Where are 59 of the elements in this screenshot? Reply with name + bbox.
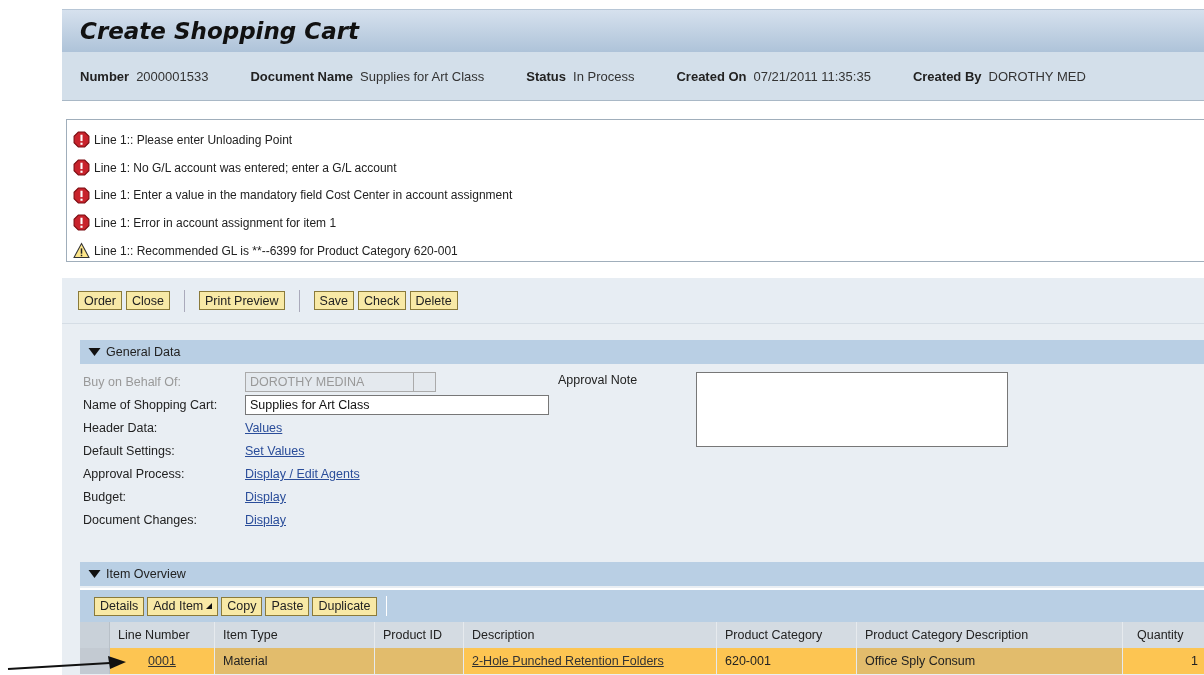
field-label: Number: [80, 68, 130, 84]
toolbar-button[interactable]: Details: [94, 596, 145, 616]
row-selector[interactable]: [80, 648, 110, 674]
toolbar-button[interactable]: Add Item: [147, 596, 219, 616]
field-label: Budget:: [83, 489, 128, 506]
field-value: DOROTHY MED: [988, 68, 1086, 84]
link[interactable]: 0001: [148, 654, 176, 668]
input-field[interactable]: Supplies for Art Class: [245, 395, 549, 415]
toolbar-button[interactable]: Paste: [265, 596, 310, 616]
error-icon: [73, 131, 90, 149]
error-icon: [73, 214, 90, 232]
toolbar-button[interactable]: Check: [358, 291, 406, 310]
link[interactable]: Display: [245, 513, 286, 527]
table-cell: Material: [215, 648, 375, 674]
collapse-icon: [88, 348, 101, 356]
section-header[interactable]: General Data: [80, 340, 1204, 364]
toolbar-button[interactable]: Delete: [409, 291, 458, 310]
table-cell: Office Sply Consum: [857, 648, 1123, 674]
message-text: Line 1: No G/L account was entered; enter a G/L account: [94, 160, 397, 175]
message-text: Line 1: Enter a value in the mandatory field Cost Center in account assignment: [94, 188, 513, 203]
note-field[interactable]: [696, 372, 1008, 447]
field-label: Header Data:: [83, 420, 159, 437]
link[interactable]: 2-Hole Punched Retention Folders: [472, 654, 664, 668]
page-title: Create Shopping Cart: [80, 18, 360, 44]
link[interactable]: Display / Edit Agents: [245, 467, 360, 481]
link[interactable]: Display: [245, 490, 286, 504]
toolbar-button[interactable]: Copy: [221, 596, 263, 616]
field-label: Document Name: [250, 68, 353, 84]
field-value: 2000001533: [136, 68, 209, 84]
field-label: Created On: [676, 68, 747, 84]
table-cell: 1: [1123, 648, 1204, 674]
toolbar-button[interactable]: Order: [78, 291, 122, 310]
collapse-icon: [88, 570, 101, 578]
field-label: Approval Process:: [83, 466, 186, 483]
toolbar-button[interactable]: Duplicate: [312, 596, 377, 616]
error-icon: [73, 186, 90, 204]
field-label: Name of Shopping Cart:: [83, 397, 219, 414]
toolbar-button[interactable]: Save: [313, 291, 355, 310]
field-value: Supplies for Art Class: [360, 68, 485, 84]
field-label: Created By: [912, 68, 982, 84]
message-text: Line 1:: Please enter Unloading Point: [94, 132, 293, 147]
toolbar-button[interactable]: Print Preview: [198, 291, 285, 310]
link[interactable]: Values: [245, 421, 283, 435]
error-icon: [73, 159, 90, 177]
warning-icon: [73, 242, 90, 260]
caret-icon: [206, 603, 213, 609]
message-text: Line 1: Error in account assignment for item 1: [94, 215, 337, 230]
field-value: In Process: [573, 68, 635, 84]
message-text: Line 1:: Recommended GL is **--6399 for Product Category 620-001: [94, 243, 458, 258]
section-header[interactable]: Item Overview: [80, 562, 1204, 586]
field-label: Approval Note: [558, 372, 639, 389]
link[interactable]: Set Values: [245, 444, 305, 458]
field-label: Document Changes:: [83, 512, 198, 529]
toolbar-button[interactable]: Close: [125, 291, 170, 310]
field-label: Status: [526, 68, 567, 84]
field-label: Buy on Behalf Of:: [83, 374, 182, 391]
field-label: Default Settings:: [83, 443, 176, 460]
table-cell: 620-001: [717, 648, 857, 674]
field-value: 07/21/2011 11:35:35: [753, 68, 871, 84]
